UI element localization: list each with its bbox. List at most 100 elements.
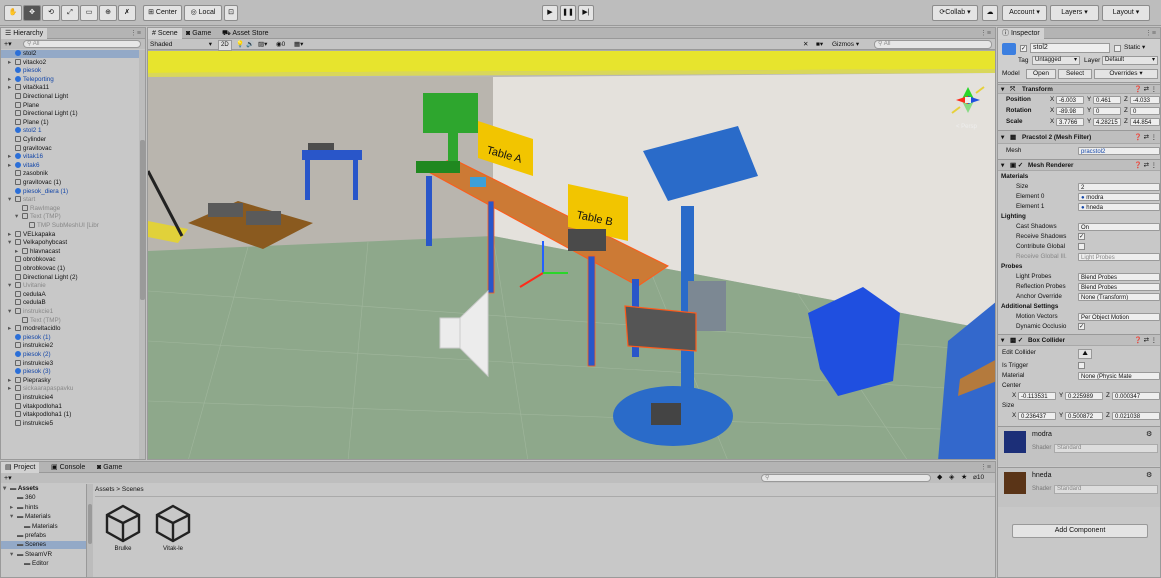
transform-tool-button[interactable]: ⊕ [99,5,117,21]
foldout-arrow-icon[interactable]: ▾ [8,282,15,290]
pause-button[interactable]: ❚❚ [560,5,576,21]
scene-search-input[interactable]: ⚲ All [874,40,992,49]
hierarchy-item[interactable]: ▸ Teleporting [1,75,139,84]
hierarchy-scrollbar[interactable] [139,50,145,459]
component-menu-icon[interactable]: ❓ ⇄ ⋮ [1134,160,1157,170]
rotation-z-field[interactable]: 0 [1130,107,1160,115]
hierarchy-item[interactable]: ▸ sickaarapaspavku [1,385,139,393]
hierarchy-item[interactable]: Directional Light (1) [1,110,139,118]
project-tree-scrollbar[interactable] [87,484,93,577]
foldout-arrow-icon[interactable]: ▾ [10,513,17,521]
hierarchy-item[interactable]: ▾ Text (TMP) [1,213,139,221]
project-folder-item[interactable]: ▬ prefabs [1,532,86,540]
hierarchy-item[interactable]: cedulaB [1,299,139,307]
hierarchy-item[interactable]: piesok_diera (1) [1,187,139,196]
center-y-field[interactable]: 0.225989 [1065,392,1103,400]
is-trigger-checkbox[interactable] [1078,362,1085,369]
box-collider-header[interactable]: ▾ ▩ ✓ Box Collider ❓ ⇄ ⋮ [998,334,1160,346]
pivot-local-button[interactable]: ◎ Local [184,5,222,21]
hierarchy-item[interactable]: instrukcie5 [1,419,139,428]
collider-size-y-field[interactable]: 0.500872 [1065,412,1103,420]
project-folder-item[interactable]: ▾ ▬ Assets [1,485,86,493]
lighting-toggle-icon[interactable]: 💡 [236,40,244,49]
camera-dropdown-icon[interactable]: ▦▾ [294,40,303,49]
hierarchy-item[interactable]: ▸ vitak16 [1,153,139,161]
hierarchy-item[interactable]: ▾ start [1,196,139,204]
center-z-field[interactable]: 0.000347 [1112,392,1160,400]
active-checkbox[interactable]: ✓ [1020,45,1027,52]
account-dropdown[interactable]: Account ▾ [1002,5,1047,21]
rotation-x-field[interactable]: -89.98 [1056,107,1084,115]
foldout-arrow-icon[interactable]: ▸ [15,248,22,256]
overrides-dropdown[interactable]: Overrides ▾ [1094,69,1158,79]
tab-project[interactable]: ▤ Project [1,462,40,473]
foldout-arrow-icon[interactable]: ▸ [8,325,15,333]
foldout-arrow-icon[interactable]: ▸ [8,162,15,170]
hierarchy-item[interactable]: stol2 1 [1,127,139,135]
shader-dropdown[interactable]: Standard [1054,444,1158,453]
scene-viewport[interactable]: Table A Table B < Persp [148,51,996,460]
rotation-y-field[interactable]: 0 [1093,107,1121,115]
pivot-center-button[interactable]: ⊞ Center [143,5,182,21]
hierarchy-item[interactable]: ▸ vitak6 [1,161,139,170]
select-button[interactable]: Select [1058,69,1092,79]
filter-by-type-icon[interactable]: ◆ [937,473,942,481]
open-button[interactable]: Open [1026,69,1056,79]
hierarchy-scroll-thumb[interactable] [140,140,145,300]
shading-mode-dropdown[interactable]: Shaded ▾ [150,40,214,49]
hidden-objects-icon[interactable]: ◉0 [276,40,285,49]
layout-dropdown[interactable]: Layout ▾ [1102,5,1150,21]
tab-asset-store[interactable]: ⛟ Asset Store [218,28,273,39]
additional-settings-foldout[interactable]: Additional Settings [998,302,1160,312]
hierarchy-item[interactable]: vitakpodloha1 [1,402,139,411]
contribute-gi-checkbox[interactable] [1078,243,1085,250]
persp-label[interactable]: < Persp [956,124,978,130]
material-settings-icon[interactable]: ⚙ [1146,430,1152,438]
foldout-arrow-icon[interactable]: ▸ [8,76,15,84]
foldout-arrow-icon[interactable]: ▾ [8,239,15,247]
project-create-dropdown[interactable]: +▾ [4,474,12,482]
hierarchy-item[interactable]: piesok (2) [1,351,139,359]
grid-snap-button[interactable]: ⊡ [224,5,238,21]
hierarchy-item[interactable]: Text (TMP) [1,316,139,325]
foldout-arrow-icon[interactable]: ▸ [8,377,15,385]
tab-game[interactable]: ◙ Game [182,28,215,39]
hierarchy-item[interactable]: Plane [1,101,139,110]
collider-size-x-field[interactable]: 0.236437 [1018,412,1056,420]
shader-dropdown[interactable]: Standard [1054,485,1158,494]
receive-shadows-checkbox[interactable]: ✓ [1078,233,1085,240]
hierarchy-item[interactable]: ▾ Uvitanie [1,282,139,290]
component-menu-icon[interactable]: ❓ ⇄ ⋮ [1134,335,1157,345]
project-menu-icon[interactable]: ⋮≡ [976,462,995,473]
static-dropdown[interactable]: Static ▾ [1124,43,1145,53]
material-settings-icon[interactable]: ⚙ [1146,471,1152,479]
materials-foldout[interactable]: Materials [998,172,1160,182]
scale-z-field[interactable]: 44.854 [1130,118,1160,126]
camera-settings-icon[interactable]: ■▾ [816,40,823,49]
component-menu-icon[interactable]: ❓ ⇄ ⋮ [1134,85,1157,93]
move-tool-button[interactable]: ✥ [23,5,41,21]
effects-dropdown-icon[interactable]: ▨▾ [258,40,267,49]
dynamic-occlusion-checkbox[interactable]: ✓ [1078,323,1085,330]
static-checkbox[interactable] [1114,45,1121,52]
favorite-icon[interactable]: ★ [961,473,967,481]
position-x-field[interactable]: -6.003 [1056,96,1084,104]
project-search-input[interactable]: ⚲ [761,474,931,482]
project-breadcrumb[interactable]: Assets > Scenes [95,486,144,493]
hierarchy-item[interactable]: ▸ VELkapaka [1,230,139,239]
hierarchy-item[interactable]: Directional Light [1,93,139,101]
project-folder-item[interactable]: ▬ Scenes [1,541,86,550]
object-name-field[interactable]: stol2 [1030,43,1110,53]
audio-toggle-icon[interactable]: 🔊 [246,40,254,49]
play-button[interactable]: ▶ [542,5,558,21]
probes-foldout[interactable]: Probes [998,262,1160,272]
hierarchy-item[interactable]: ▸ modreltacidlo [1,325,139,333]
step-button[interactable]: ▶| [578,5,594,21]
element0-field[interactable]: ● modra [1078,193,1160,201]
hierarchy-item[interactable]: Directional Light (2) [1,273,139,282]
lighting-foldout[interactable]: Lighting [998,212,1160,222]
receive-gi-dropdown[interactable]: Light Probes [1078,253,1160,261]
collab-button[interactable]: ⟳Collab ▾ [932,5,978,21]
light-probes-dropdown[interactable]: Blend Probes [1078,273,1160,281]
hierarchy-item[interactable]: gravitovac (1) [1,179,139,187]
